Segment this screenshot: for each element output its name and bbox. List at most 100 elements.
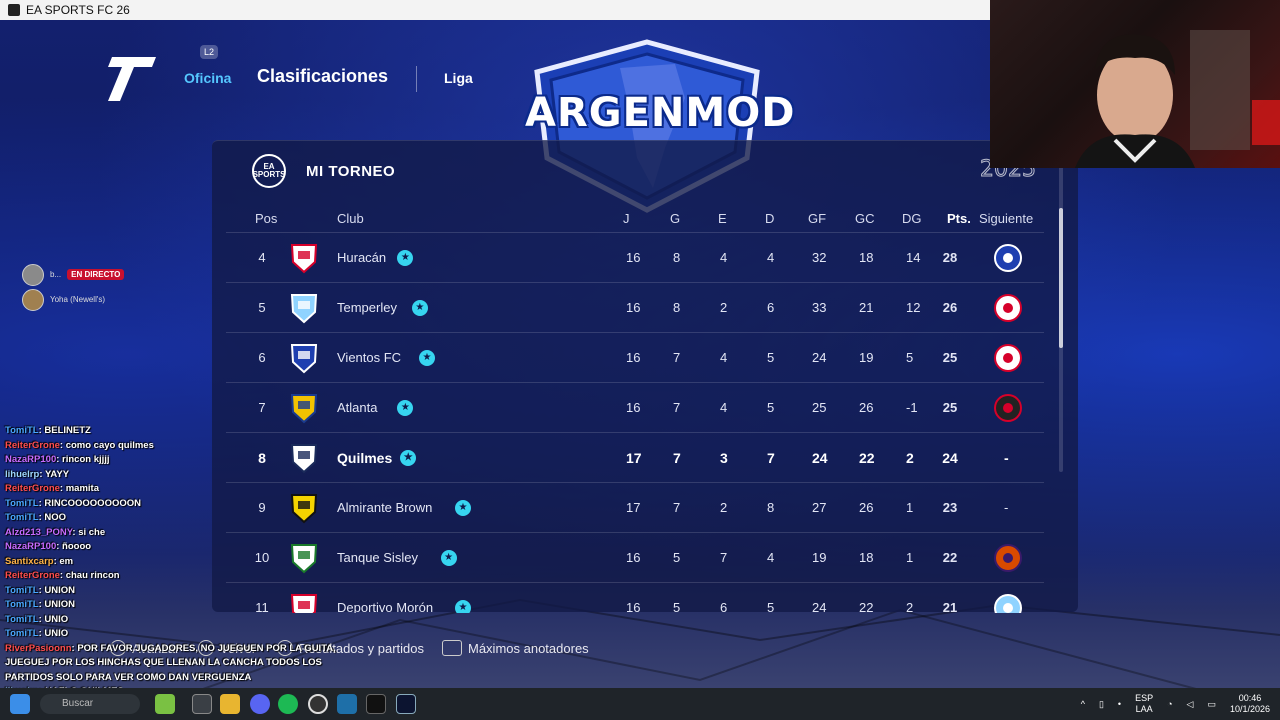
- clock[interactable]: 00:46 10/1/2026: [1230, 693, 1270, 715]
- l2-button-icon: L2: [200, 45, 218, 59]
- window-titlebar: EA SPORTS FC 26: [0, 0, 990, 20]
- row-pts: 25: [942, 400, 958, 415]
- usb-icon[interactable]: ▯: [1099, 699, 1104, 710]
- next-opponent-crest-icon: [994, 244, 1022, 272]
- row-d: 5: [767, 350, 775, 365]
- avatar: [22, 263, 44, 286]
- row-pos: 5: [258, 300, 266, 315]
- header-club: Club: [337, 211, 364, 226]
- windows-start-icon[interactable]: [10, 694, 30, 714]
- scrollbar-thumb[interactable]: [1059, 208, 1063, 348]
- favorite-star-icon: ★: [411, 300, 428, 316]
- tab-liga[interactable]: Liga: [444, 70, 473, 86]
- ea-fc-icon[interactable]: [396, 694, 416, 714]
- row-gc: 22: [859, 450, 875, 466]
- stream-viewers: b... EN DIRECTO Yoha (Newell's): [22, 262, 125, 312]
- chat-text: : chau rincon: [59, 570, 120, 581]
- row-gf: 27: [812, 500, 827, 515]
- chat-text: : rincon kjjjj: [56, 454, 110, 465]
- window-title: EA SPORTS FC 26: [26, 3, 130, 17]
- obs-icon[interactable]: [308, 694, 328, 714]
- discord-icon[interactable]: [250, 694, 270, 714]
- taskbar-search[interactable]: Buscar: [40, 694, 140, 714]
- row-pts: 22: [942, 550, 958, 565]
- row-g: 5: [673, 550, 681, 565]
- live-badge: EN DIRECTO: [67, 269, 125, 280]
- app-icon[interactable]: [337, 694, 357, 714]
- viewer-name: Yoha (Newell's): [50, 295, 106, 304]
- chat-username: ReiterGrone: [5, 570, 60, 581]
- chat-text: : em: [53, 555, 74, 567]
- row-g: 7: [673, 450, 681, 466]
- row-pts: 28: [942, 250, 958, 265]
- language-indicator[interactable]: ESP LAA: [1135, 693, 1153, 715]
- next-opponent-crest-icon: [994, 544, 1022, 572]
- chat-username: TomiTL: [5, 512, 39, 523]
- volume-icon[interactable]: ◁: [1187, 699, 1194, 710]
- chat-username: ReiterGrone: [5, 483, 60, 494]
- row-j: 17: [626, 450, 642, 466]
- mm-app-icon[interactable]: [366, 694, 386, 714]
- row-dg: 2: [906, 450, 914, 466]
- lang-code: ESP: [1135, 693, 1154, 703]
- row-gc: 22: [859, 600, 874, 613]
- chat-text: : UNION: [38, 599, 76, 610]
- row-pts: 25: [942, 350, 958, 365]
- chat-username: ReiterGrone: [5, 439, 60, 451]
- wifi-icon[interactable]: ◔: [1167, 699, 1172, 709]
- chat-username: lihuelrp: [5, 468, 40, 480]
- chat-message: ReiterGrone: mamita: [5, 482, 465, 497]
- row-j: 16: [626, 400, 641, 415]
- table-row[interactable]: 5 16 8 2 6 33 21 12 26 Temperley ★: [226, 282, 1044, 332]
- widget-icon[interactable]: [155, 694, 175, 714]
- chat-message: TomiTL: RINCOOOOOOOOON: [5, 497, 465, 512]
- club-name: Atlanta: [337, 400, 378, 415]
- row-g: 8: [673, 250, 681, 265]
- chat-message: Santixcarp: em: [5, 555, 465, 570]
- row-dg: 1: [906, 550, 914, 565]
- task-view-icon[interactable]: [192, 694, 212, 714]
- file-explorer-icon[interactable]: [220, 694, 240, 714]
- table-row[interactable]: 6 16 7 4 5 24 19 5 25 Vientos FC ★: [226, 332, 1044, 382]
- row-g: 8: [673, 300, 681, 315]
- table-row[interactable]: 4 16 8 4 4 32 18 14 28 Huracán ★: [226, 232, 1044, 282]
- row-gf: 33: [812, 300, 827, 315]
- chat-message: TomiTL: UNIO: [5, 613, 465, 628]
- taskbar: Buscar ^ ▯ • ESP LAA ◔ ◁ ▭ 00:46 10/1/20…: [0, 688, 1280, 720]
- row-j: 16: [626, 250, 641, 265]
- row-gf: 25: [812, 400, 827, 415]
- row-g: 5: [673, 600, 681, 613]
- row-j: 16: [626, 550, 641, 565]
- chat-message: ReiterGrone: chau rincon: [5, 569, 465, 584]
- chat-text: : si che: [72, 526, 106, 538]
- chat-username: TomiTL: [5, 613, 39, 625]
- battery-icon[interactable]: ▭: [1207, 699, 1216, 710]
- club-name: Temperley: [337, 300, 397, 315]
- row-j: 16: [626, 350, 641, 365]
- spotify-icon[interactable]: [278, 694, 298, 714]
- header-d: D: [765, 211, 775, 226]
- row-e: 4: [720, 250, 728, 265]
- row-d: 4: [767, 550, 775, 565]
- chat-username: Santixcarp: [5, 555, 54, 567]
- chat-text: : BELINETZ: [38, 425, 91, 436]
- chat-text: : UNIO: [38, 628, 69, 639]
- favorite-star-icon: ★: [397, 400, 414, 416]
- row-d: 6: [767, 300, 775, 315]
- header-pos: Pos: [255, 211, 278, 226]
- chat-text: : ñoooo: [56, 541, 92, 552]
- next-opponent-crest-icon: [994, 294, 1022, 322]
- row-d: 8: [767, 500, 775, 515]
- row-pos: 6: [258, 350, 266, 365]
- date: 10/1/2026: [1229, 704, 1270, 714]
- next-opponent-crest-icon: [994, 344, 1022, 372]
- hint-label: Máximos anotadores: [468, 640, 589, 656]
- chat-message: TomiTL: UNIO: [5, 627, 465, 642]
- chevron-up-icon[interactable]: ^: [1081, 699, 1085, 709]
- header-gc: GC: [855, 211, 875, 226]
- tab-clasificaciones[interactable]: Clasificaciones: [257, 66, 388, 87]
- microphone-icon[interactable]: •: [1118, 699, 1121, 709]
- tab-oficina[interactable]: Oficina: [184, 70, 231, 86]
- row-e: 2: [720, 500, 728, 515]
- club-crest-icon: [290, 394, 318, 424]
